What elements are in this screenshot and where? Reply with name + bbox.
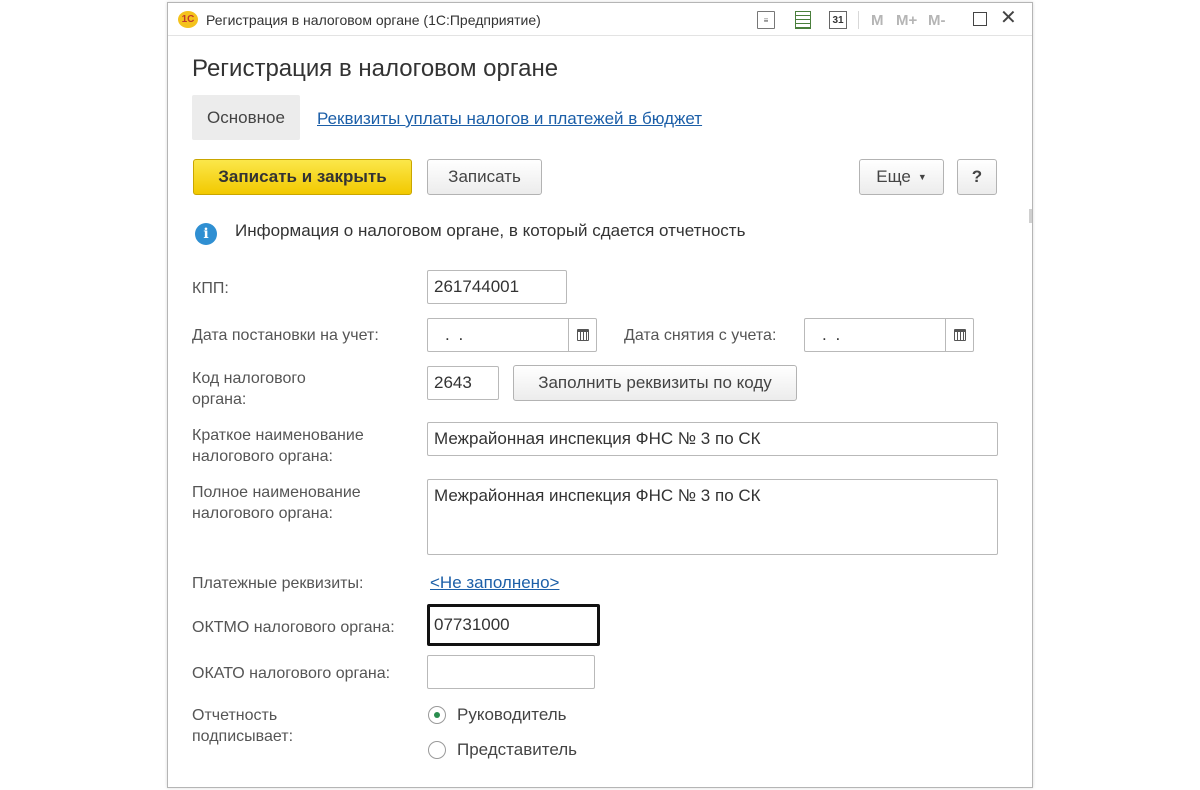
tab-main[interactable]: Основное [192,95,300,140]
title-bar: 1С Регистрация в налоговом органе (1С:Пр… [168,3,1032,36]
dereg-date-label: Дата снятия с учета: [624,327,777,344]
reg-date-picker[interactable] [568,319,596,351]
calendar-icon [576,329,589,341]
reg-date-value: . . [445,325,466,344]
app-logo-icon: 1С [178,11,198,28]
save-and-close-button[interactable]: Записать и закрыть [193,159,412,195]
signer-label-line-1: Отчетность [192,707,278,724]
scrollbar[interactable] [1029,209,1032,223]
print-icon[interactable]: ≡ [757,11,775,29]
memory-minus-button[interactable]: M- [928,12,946,29]
short-name-label: Краткое наименование налогового органа: [192,425,364,467]
signer-label-line-2: подписывает: [192,728,294,745]
full-name-label: Полное наименование налогового органа: [192,482,361,524]
reg-date-field[interactable]: . . [427,318,597,352]
calendar-icon [953,329,966,341]
code-field[interactable]: 2643 [427,366,499,400]
oktmo-field[interactable]: 07731000 [427,604,600,646]
window-title: Регистрация в налоговом органе (1С:Предп… [206,12,541,28]
memory-button[interactable]: M [871,12,884,29]
kpp-label: КПП: [192,280,229,297]
payment-label: Платежные реквизиты: [192,575,364,592]
help-button[interactable]: ? [957,159,997,195]
more-button[interactable]: Еще ▼ [859,159,944,195]
more-label: Еще [876,167,911,186]
caret-down-icon: ▼ [917,172,927,182]
radio-representative[interactable]: Представитель [428,740,577,760]
dereg-date-field[interactable]: . . [804,318,974,352]
page-title: Регистрация в налоговом органе [192,55,559,82]
radio-dot [434,712,440,718]
fill-by-code-button[interactable]: Заполнить реквизиты по коду [513,365,797,401]
toolbar-separator [858,11,859,29]
save-button[interactable]: Записать [427,159,542,195]
okato-field[interactable] [427,655,595,689]
short-name-label-line-1: Краткое наименование [192,427,364,444]
maximize-icon[interactable] [973,12,987,26]
code-label: Код налогового органа: [192,368,306,410]
payment-details-link[interactable]: <Не заполнено> [430,573,559,593]
full-name-label-line-1: Полное наименование [192,484,361,501]
radio-button-selected[interactable] [428,706,446,724]
tab-payment-details[interactable]: Реквизиты уплаты налогов и платежей в бю… [317,109,702,129]
radio-director[interactable]: Руководитель [428,705,567,725]
signer-label: Отчетность подписывает: [192,705,293,747]
oktmo-label: ОКТМО налогового органа: [192,619,395,636]
memory-plus-button[interactable]: M+ [896,12,917,29]
radio-representative-label: Представитель [457,740,578,759]
radio-director-label: Руководитель [457,705,567,724]
reg-date-label: Дата постановки на учет: [192,327,379,344]
form-window: 1С Регистрация в налоговом органе (1С:Пр… [167,2,1033,788]
short-name-label-line-2: налогового органа: [192,448,333,465]
dereg-date-picker[interactable] [945,319,973,351]
info-icon: i [195,223,217,245]
full-name-field[interactable]: Межрайонная инспекция ФНС № 3 по СК [427,479,998,555]
calculator-icon[interactable] [795,11,811,29]
radio-button[interactable] [428,741,446,759]
full-name-label-line-2: налогового органа: [192,505,333,522]
okato-label: ОКАТО налогового органа: [192,665,391,682]
short-name-field[interactable]: Межрайонная инспекция ФНС № 3 по СК [427,422,998,456]
kpp-field[interactable]: 261744001 [427,270,567,304]
dereg-date-value: . . [822,325,843,344]
code-label-line-2: органа: [192,391,247,408]
info-message: Информация о налоговом органе, в который… [235,221,746,240]
close-icon[interactable]: ✕ [1000,7,1017,29]
code-label-line-1: Код налогового [192,370,306,387]
calendar-icon[interactable]: 31 [829,11,847,29]
